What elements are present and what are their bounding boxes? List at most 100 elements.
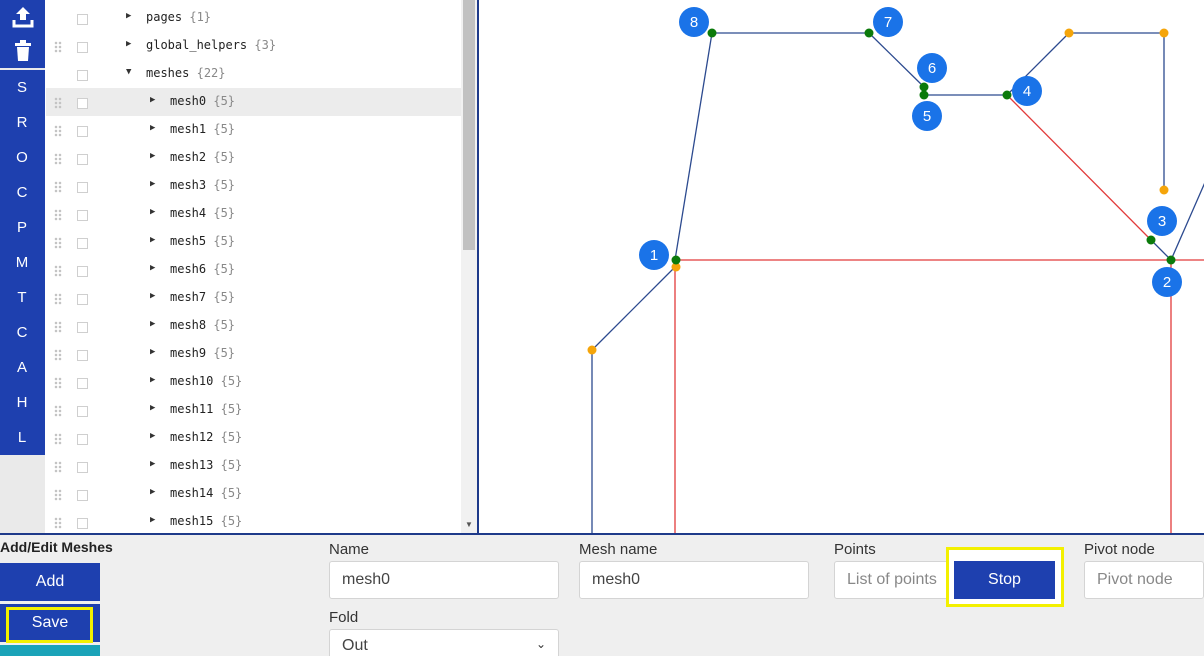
drag-handle-icon[interactable] [54, 237, 62, 249]
tree-row[interactable]: ▶ mesh15 {5} [46, 508, 461, 533]
mesh-name-input[interactable]: mesh0 [579, 561, 809, 599]
tree-row-label[interactable]: mesh6 {5} [170, 262, 235, 276]
expand-arrow-icon[interactable]: ▶ [150, 151, 155, 161]
tree-row-label[interactable]: mesh14 {5} [170, 486, 242, 500]
tree-row-label[interactable]: global_helpers {3} [146, 38, 276, 52]
tree-row[interactable]: ▶ mesh0 {5} [46, 88, 461, 116]
drag-handle-icon[interactable] [54, 321, 62, 333]
stop-button[interactable]: Stop [954, 561, 1055, 599]
tree-row[interactable]: ▶ mesh4 {5} [46, 200, 461, 228]
trash-icon[interactable] [0, 34, 45, 68]
row-checkbox[interactable] [77, 294, 88, 305]
row-checkbox[interactable] [77, 322, 88, 333]
points-input[interactable]: List of points [834, 561, 949, 599]
expand-arrow-icon[interactable]: ▶ [150, 403, 155, 413]
tree-row-label[interactable]: mesh3 {5} [170, 178, 235, 192]
add-button[interactable]: Add [0, 563, 100, 601]
tree-row[interactable]: ▶ pages {1} [46, 4, 461, 32]
tree-row[interactable]: ▶ mesh8 {5} [46, 312, 461, 340]
row-checkbox[interactable] [77, 182, 88, 193]
row-checkbox[interactable] [77, 154, 88, 165]
row-checkbox[interactable] [77, 210, 88, 221]
expand-arrow-icon[interactable]: ▶ [150, 207, 155, 217]
tree-row[interactable]: ▶ mesh13 {5} [46, 452, 461, 480]
expand-arrow-icon[interactable]: ▶ [150, 459, 155, 469]
tree-row-label[interactable]: mesh13 {5} [170, 458, 242, 472]
section-letter-button[interactable]: A [0, 350, 45, 385]
section-letter-button[interactable]: C [0, 315, 45, 350]
mesh-canvas[interactable]: 1 2 3 4 5 6 7 8 [477, 0, 1204, 533]
tree-row-label[interactable]: mesh5 {5} [170, 234, 235, 248]
expand-arrow-icon[interactable]: ▶ [126, 11, 131, 21]
row-checkbox[interactable] [77, 518, 88, 529]
expand-arrow-icon[interactable]: ▶ [150, 123, 155, 133]
tree-row[interactable]: ▶ mesh5 {5} [46, 228, 461, 256]
section-letter-button[interactable]: L [0, 420, 45, 455]
drag-handle-icon[interactable] [54, 153, 62, 165]
row-checkbox[interactable] [77, 126, 88, 137]
tree-row-label[interactable]: mesh2 {5} [170, 150, 235, 164]
tree-row[interactable]: ▶ mesh14 {5} [46, 480, 461, 508]
row-checkbox[interactable] [77, 266, 88, 277]
section-letter-button[interactable]: H [0, 385, 45, 420]
section-letter-button[interactable]: M [0, 245, 45, 280]
mesh-drawing[interactable]: 1 2 3 4 5 6 7 8 [479, 0, 1204, 533]
drag-handle-icon[interactable] [54, 181, 62, 193]
tree-row-label[interactable]: mesh4 {5} [170, 206, 235, 220]
drag-handle-icon[interactable] [54, 97, 62, 109]
tree-row[interactable]: ▶ mesh7 {5} [46, 284, 461, 312]
section-letter-button[interactable]: C [0, 175, 45, 210]
row-checkbox[interactable] [77, 350, 88, 361]
drag-handle-icon[interactable] [54, 461, 62, 473]
expand-arrow-icon[interactable]: ▶ [150, 515, 155, 525]
section-letter-button[interactable]: R [0, 105, 45, 140]
scroll-down-arrow[interactable]: ▼ [461, 518, 477, 532]
pivot-node-input[interactable]: Pivot node [1084, 561, 1204, 599]
row-checkbox[interactable] [77, 378, 88, 389]
drag-handle-icon[interactable] [54, 41, 62, 53]
save-button[interactable]: Save [0, 604, 100, 643]
drag-handle-icon[interactable] [54, 125, 62, 137]
drag-handle-icon[interactable] [54, 293, 62, 305]
node-badges[interactable]: 1 2 3 4 5 6 7 8 [639, 7, 1182, 297]
scrollbar-thumb[interactable] [463, 0, 475, 250]
row-checkbox[interactable] [77, 238, 88, 249]
expand-arrow-icon[interactable]: ▶ [150, 347, 155, 357]
fold-select[interactable]: Out ⌄ [329, 629, 559, 656]
tree-row[interactable]: ▶ mesh9 {5} [46, 340, 461, 368]
row-checkbox[interactable] [77, 434, 88, 445]
tree-row[interactable]: ▶ mesh2 {5} [46, 144, 461, 172]
row-checkbox[interactable] [77, 406, 88, 417]
expand-arrow-icon[interactable]: ▶ [150, 375, 155, 385]
tree-row[interactable]: ▶ mesh3 {5} [46, 172, 461, 200]
section-letter-button[interactable]: P [0, 210, 45, 245]
expand-arrow-icon[interactable]: ▶ [150, 487, 155, 497]
drag-handle-icon[interactable] [54, 209, 62, 221]
tree-row-label[interactable]: meshes {22} [146, 66, 226, 80]
drag-handle-icon[interactable] [54, 405, 62, 417]
next-button-edge[interactable] [0, 645, 100, 656]
expand-arrow-icon[interactable]: ▶ [126, 39, 131, 49]
tree-row-label[interactable]: mesh7 {5} [170, 290, 235, 304]
drag-handle-icon[interactable] [54, 489, 62, 501]
tree-row[interactable]: ▶ mesh1 {5} [46, 116, 461, 144]
section-letter-button[interactable]: O [0, 140, 45, 175]
tree-row-label[interactable]: mesh0 {5} [170, 94, 235, 108]
tree-row-label[interactable]: mesh10 {5} [170, 374, 242, 388]
row-checkbox[interactable] [77, 462, 88, 473]
drag-handle-icon[interactable] [54, 349, 62, 361]
drag-handle-icon[interactable] [54, 265, 62, 277]
row-checkbox[interactable] [77, 14, 88, 25]
expand-arrow-icon[interactable]: ▶ [150, 319, 155, 329]
tree-row[interactable]: ▶ mesh10 {5} [46, 368, 461, 396]
expand-arrow-icon[interactable]: ▶ [150, 179, 155, 189]
tree-row[interactable]: ▶ mesh6 {5} [46, 256, 461, 284]
row-checkbox[interactable] [77, 42, 88, 53]
expand-arrow-icon[interactable]: ▶ [150, 95, 155, 105]
tree-row-label[interactable]: pages {1} [146, 10, 211, 24]
name-input[interactable]: mesh0 [329, 561, 559, 599]
tree-row[interactable]: ▼ meshes {22} [46, 60, 461, 88]
expand-arrow-icon[interactable]: ▶ [150, 431, 155, 441]
upload-icon[interactable] [0, 0, 45, 34]
drag-handle-icon[interactable] [54, 377, 62, 389]
